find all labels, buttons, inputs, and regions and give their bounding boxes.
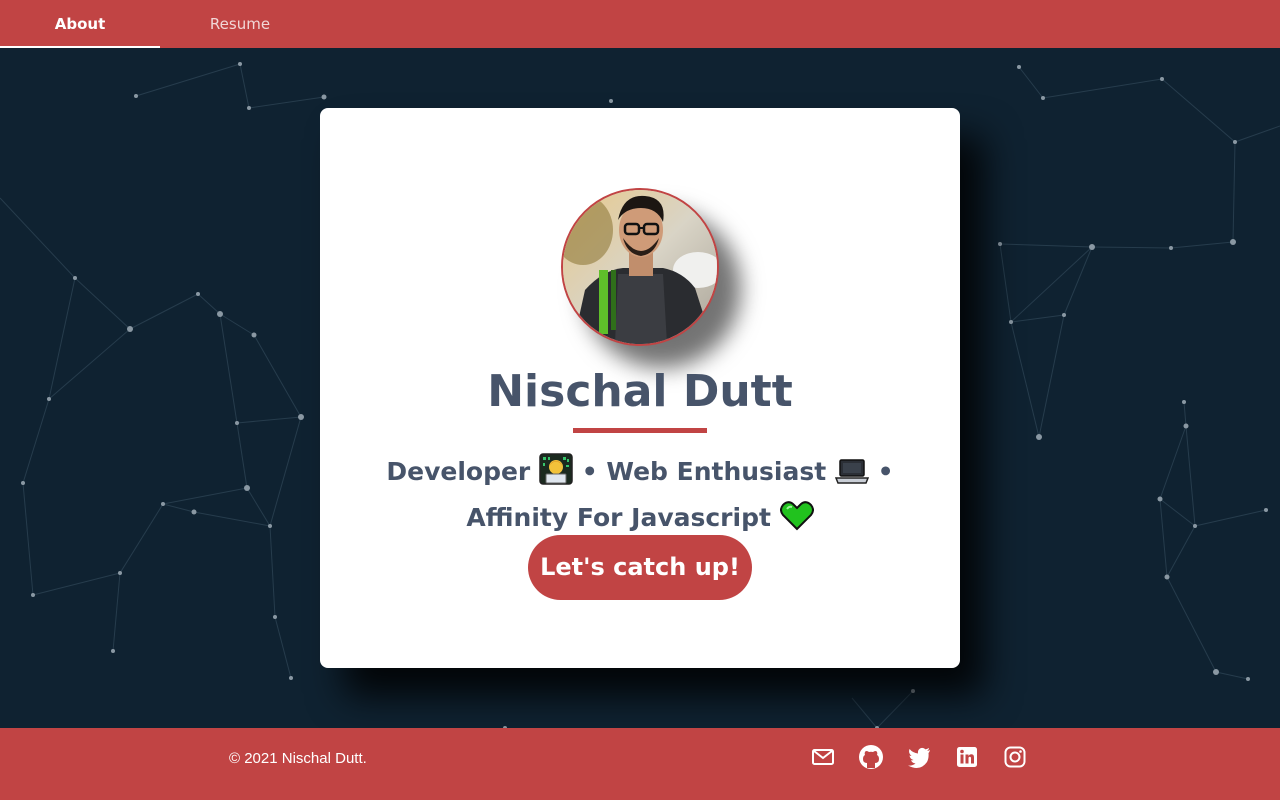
- tagline-bullet-2: •: [877, 457, 894, 486]
- tagline: Developer • Web Enthusiast • Affinity Fo…: [360, 451, 920, 543]
- tab-about[interactable]: About: [0, 0, 160, 48]
- tagline-developer: Developer: [386, 457, 531, 486]
- profile-photo: [563, 190, 717, 344]
- top-nav: About Resume: [0, 0, 1280, 48]
- profile-card: Nischal Dutt Developer • Web Enthusiast …: [320, 108, 960, 668]
- github-icon[interactable]: [858, 744, 884, 770]
- name-underline: [573, 428, 707, 433]
- linkedin-icon[interactable]: [954, 744, 980, 770]
- profile-name: Nischal Dutt: [487, 366, 793, 417]
- footer: © 2021 Nischal Dutt.: [0, 728, 1280, 800]
- tagline-bullet-1: •: [581, 457, 598, 486]
- tab-resume[interactable]: Resume: [160, 0, 320, 48]
- instagram-icon[interactable]: [1002, 744, 1028, 770]
- avatar: [561, 188, 719, 346]
- green-heart-icon: [779, 501, 814, 543]
- lets-catch-up-button[interactable]: Let's catch up!: [528, 535, 752, 600]
- tagline-affinity: Affinity For Javascript: [466, 503, 771, 532]
- technologist-icon: [539, 453, 573, 497]
- mail-icon[interactable]: [810, 744, 836, 770]
- tagline-web: Web Enthusiast: [606, 457, 827, 486]
- copyright-text: © 2021 Nischal Dutt.: [229, 750, 367, 767]
- twitter-icon[interactable]: [906, 744, 932, 770]
- laptop-icon: [834, 456, 870, 497]
